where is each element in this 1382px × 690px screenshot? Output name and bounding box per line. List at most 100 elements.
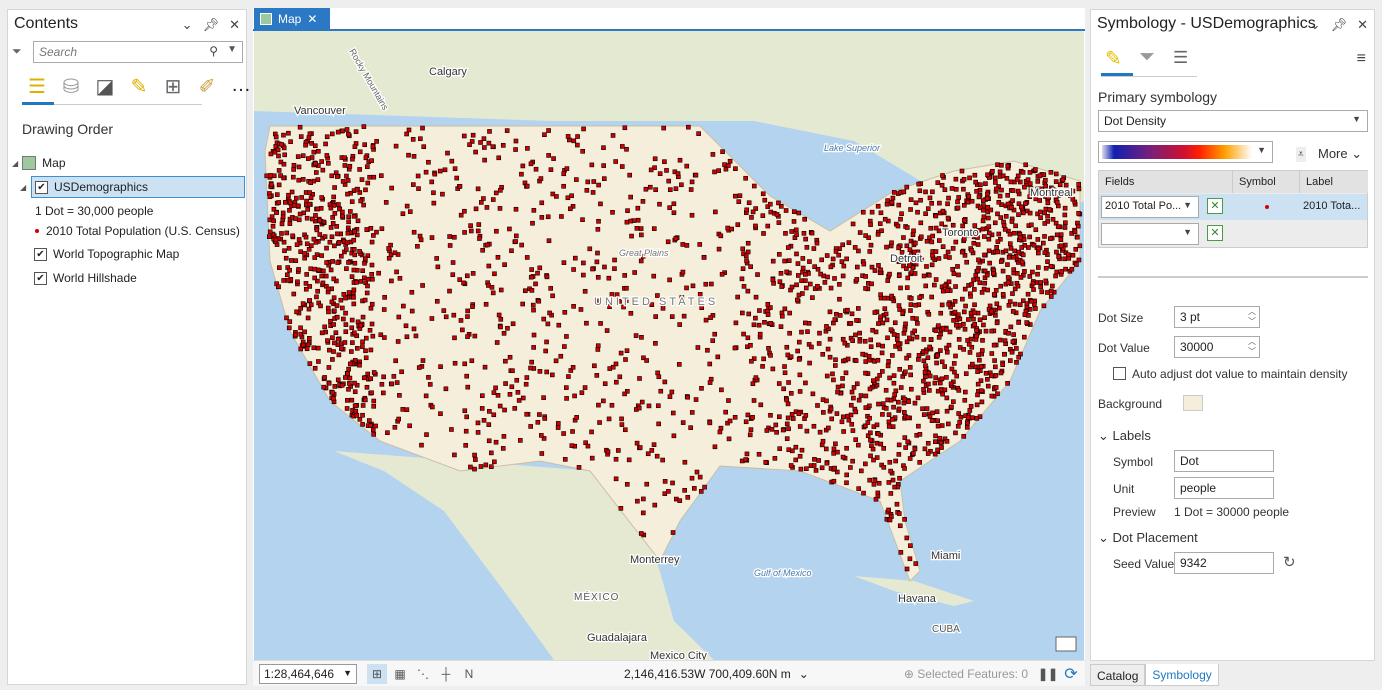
population-dot [817,330,822,336]
close-icon[interactable]: ✕ [229,17,240,33]
population-dot [927,388,932,393]
expand-icon[interactable]: ⩡ [1296,147,1306,162]
pause-icon[interactable]: ❚❚ [1038,664,1058,684]
population-dot [423,393,429,399]
pin-icon[interactable]: 📌︎ [1331,17,1348,33]
overview-icon[interactable] [1055,636,1077,652]
population-dot [318,303,323,309]
dot-size-input[interactable]: 3 pt ︿ ﹀ [1174,306,1260,328]
vary-symbology-icon[interactable]: ☰ [1173,48,1188,68]
population-dot [462,230,467,235]
population-dot [352,389,358,395]
chevron-down-icon[interactable]: ⌄ [1310,17,1321,33]
unit-label: Unit [1113,482,1135,496]
filter-icon[interactable]: ⏷ [1139,46,1155,69]
color-scheme-dropdown[interactable]: ▼ [1098,141,1273,163]
search-icon[interactable]: ⚲ [209,44,218,58]
guides-icon[interactable]: ┼ [436,664,456,684]
map-canvas[interactable]: Calgary Vancouver Rocky Mountains Lake S… [254,31,1084,660]
population-dot [305,315,311,321]
population-dot [939,423,945,428]
background-color-swatch[interactable] [1183,395,1203,411]
grid-icon[interactable]: ▦ [390,664,410,684]
tree-item-world-topographic[interactable]: ✔ World Topographic Map [34,243,179,265]
snapping-icon[interactable]: ⊞ [162,74,184,99]
unit-input[interactable]: people [1174,477,1274,499]
tree-item-usdemographics[interactable]: ◢ ✔ USDemographics [20,176,245,198]
primary-symbology-tab-icon[interactable]: ✎ [1105,46,1122,71]
population-dot [479,406,485,411]
population-dot [551,156,556,161]
chevron-down-icon[interactable]: ⌄ [799,667,809,681]
snapping-icon[interactable]: ⊞ [367,663,387,684]
label-value[interactable]: 2010 Tota... [1303,200,1360,212]
refresh-icon[interactable]: ⟳ [1061,664,1081,684]
population-dot [876,342,881,348]
population-dot [385,430,390,436]
pin-icon[interactable]: 📌︎ [203,17,220,33]
close-icon[interactable]: ✕ [307,12,317,26]
tab-symbology[interactable]: Symbology [1145,664,1219,686]
tree-item-world-hillshade[interactable]: ✔ World Hillshade [34,267,137,289]
scale-dropdown[interactable]: 1:28,464,646 ▼ [259,663,357,684]
population-dot [965,338,970,343]
refresh-seed-icon[interactable]: ↻ [1283,553,1296,571]
population-dot [644,481,650,487]
search-input[interactable]: Search ⚲ ▼ [33,41,243,63]
population-dot [407,209,413,214]
menu-icon[interactable]: ≡ [1357,50,1366,68]
chevron-down-icon[interactable]: ▼ [227,44,237,55]
population-dot [522,288,528,294]
population-dot [325,305,331,311]
labeling-icon[interactable]: ✐ [196,74,218,99]
population-dot [457,277,463,282]
dot-value-input[interactable]: 30000 ︿ ﹀ [1174,336,1260,358]
north-arrow-icon[interactable]: N [459,664,479,684]
constraints-icon[interactable]: ⋱ [413,664,433,684]
population-dot [640,510,646,516]
filter-icon[interactable]: ⏷ [12,44,22,59]
selected-features[interactable]: ⊕ Selected Features: 0 [904,667,1028,681]
chevron-down-icon[interactable]: ⌄ [182,17,193,33]
tree-item-map[interactable]: ◢ Map [12,152,66,174]
population-dot [520,163,526,169]
field-dropdown[interactable]: 2010 Total Po... ▼ [1101,196,1199,218]
population-dot [279,231,284,236]
population-dot [906,399,911,404]
more-button[interactable]: More ⌄ [1318,146,1362,162]
selection-icon[interactable]: ◪ [94,74,116,99]
seed-value-input[interactable]: 9342 [1174,552,1274,574]
population-dot [982,280,988,286]
symbology-method-dropdown[interactable]: Dot Density ▼ [1098,110,1368,132]
table-row[interactable]: 2010 Total Po... ▼ ✕ 2010 Tota... [1099,194,1367,220]
auto-adjust-checkbox[interactable] [1113,367,1126,380]
checkbox[interactable]: ✔ [35,180,48,194]
drawing-order-icon[interactable]: ☰ [26,74,48,99]
checkbox[interactable]: ✔ [34,247,47,261]
spinner[interactable]: ︿ ﹀ [1248,337,1256,357]
population-dot [498,324,503,330]
population-dot [581,260,586,266]
close-icon[interactable]: ✕ [1357,17,1368,33]
table-row[interactable]: ▼ ✕ [1099,222,1367,248]
population-dot [932,451,938,457]
more-icon[interactable]: … [230,74,252,99]
population-dot [539,200,545,206]
symbol-input[interactable]: Dot [1174,450,1274,472]
editing-icon[interactable]: ✎ [128,74,150,99]
data-source-icon[interactable]: ⛁ [60,74,82,99]
dot-placement-section-header[interactable]: ⌄ Dot Placement [1098,530,1198,546]
field-dropdown[interactable]: ▼ [1101,223,1199,245]
spinner[interactable]: ︿ ﹀ [1248,307,1256,327]
population-dot [481,196,486,201]
tab-catalog[interactable]: Catalog [1090,664,1146,686]
remove-field-icon[interactable]: ✕ [1207,225,1223,241]
labels-section-header[interactable]: ⌄ Labels [1098,428,1151,444]
population-dot [816,341,822,346]
population-dot [950,246,956,251]
remove-field-icon[interactable]: ✕ [1207,198,1223,214]
dot-symbol-icon[interactable] [1265,205,1269,209]
population-dot [770,277,776,283]
checkbox[interactable]: ✔ [34,271,47,285]
tab-map[interactable]: Map ✕ [254,8,330,30]
